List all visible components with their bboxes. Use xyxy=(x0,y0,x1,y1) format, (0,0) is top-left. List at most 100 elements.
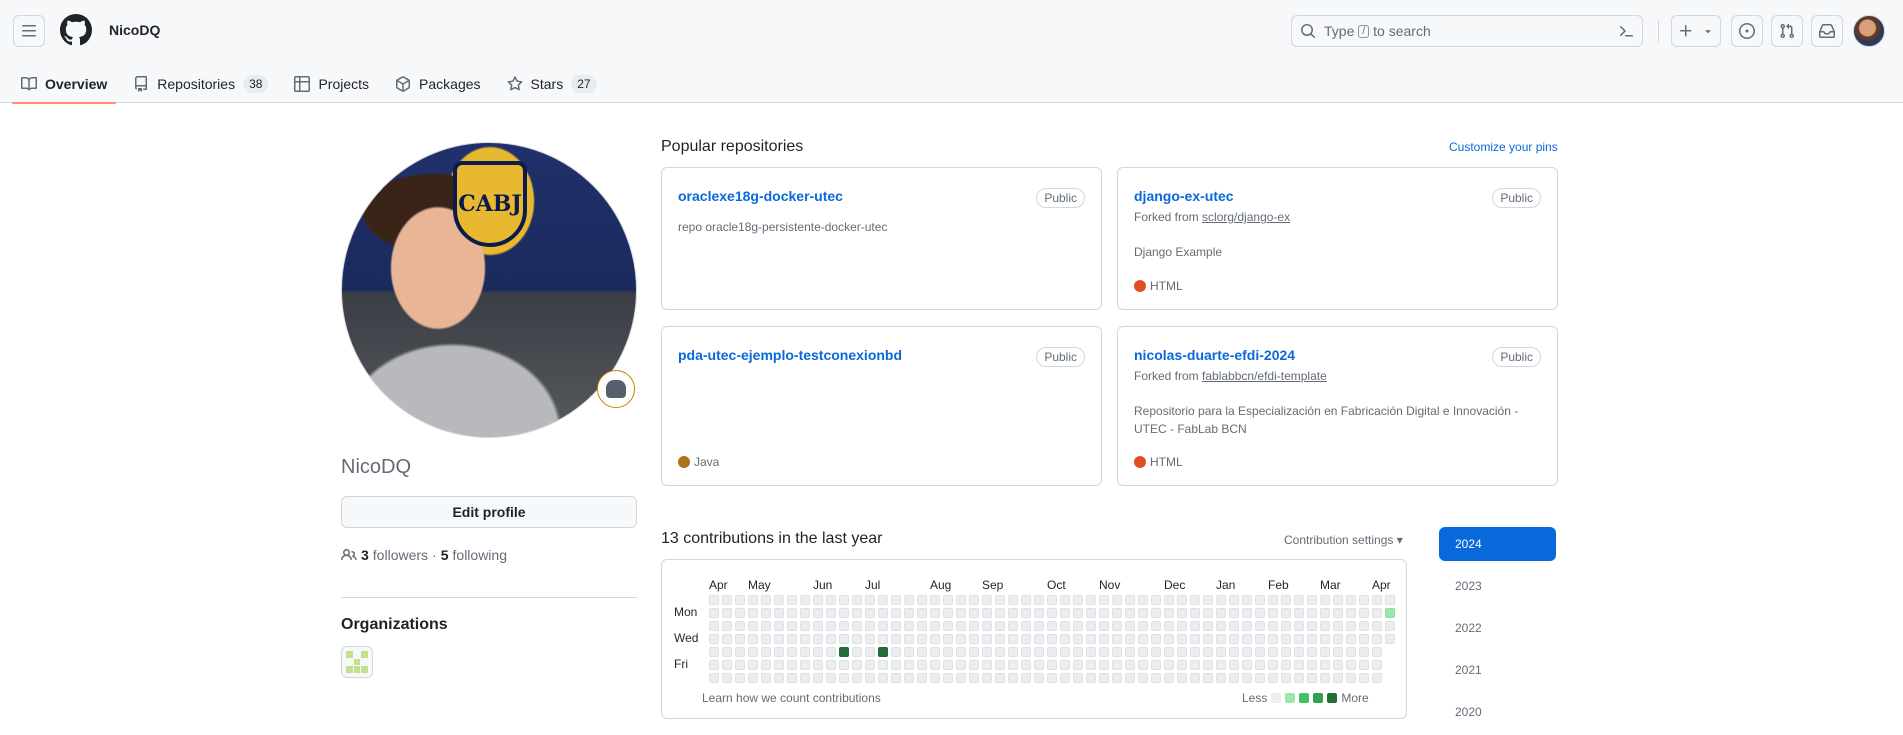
contribution-day-cell[interactable] xyxy=(1372,673,1382,683)
contribution-day-cell[interactable] xyxy=(852,595,862,605)
contribution-day-cell[interactable] xyxy=(1255,673,1265,683)
contribution-day-cell[interactable] xyxy=(1242,647,1252,657)
contribution-day-cell[interactable] xyxy=(722,660,732,670)
contribution-day-cell[interactable] xyxy=(852,621,862,631)
contribution-day-cell[interactable] xyxy=(1320,647,1330,657)
contribution-day-cell[interactable] xyxy=(943,634,953,644)
contribution-day-cell[interactable] xyxy=(1151,660,1161,670)
contribution-day-cell[interactable] xyxy=(774,621,784,631)
contribution-day-cell[interactable] xyxy=(1320,608,1330,618)
tab-stars[interactable]: Stars 27 xyxy=(498,64,606,103)
contribution-day-cell[interactable] xyxy=(1385,621,1395,631)
contribution-day-cell[interactable] xyxy=(865,595,875,605)
contribution-day-cell[interactable] xyxy=(1346,595,1356,605)
contribution-day-cell[interactable] xyxy=(1242,660,1252,670)
contribution-day-cell[interactable] xyxy=(735,595,745,605)
contribution-day-cell[interactable] xyxy=(904,660,914,670)
contribution-day-cell[interactable] xyxy=(1138,647,1148,657)
contribution-day-cell[interactable] xyxy=(917,595,927,605)
contribution-day-cell[interactable] xyxy=(852,673,862,683)
contribution-day-cell[interactable] xyxy=(1060,647,1070,657)
contribution-day-cell[interactable] xyxy=(1307,608,1317,618)
contribution-day-cell[interactable] xyxy=(1008,673,1018,683)
contribution-day-cell[interactable] xyxy=(1021,647,1031,657)
contribution-day-cell[interactable] xyxy=(1203,660,1213,670)
contribution-day-cell[interactable] xyxy=(787,647,797,657)
contribution-day-cell[interactable] xyxy=(1320,621,1330,631)
contribution-day-cell[interactable] xyxy=(1047,647,1057,657)
contribution-day-cell[interactable] xyxy=(1138,673,1148,683)
contribution-day-cell[interactable] xyxy=(969,608,979,618)
inbox-button[interactable] xyxy=(1811,15,1843,47)
contribution-day-cell[interactable] xyxy=(1229,634,1239,644)
contribution-day-cell[interactable] xyxy=(904,673,914,683)
contribution-day-cell[interactable] xyxy=(1125,608,1135,618)
contribution-day-cell[interactable] xyxy=(878,647,888,657)
contribution-day-cell[interactable] xyxy=(995,673,1005,683)
contribution-day-cell[interactable] xyxy=(1112,673,1122,683)
contribution-day-cell[interactable] xyxy=(956,647,966,657)
contribution-day-cell[interactable] xyxy=(774,634,784,644)
contribution-day-cell[interactable] xyxy=(1177,595,1187,605)
contribution-day-cell[interactable] xyxy=(1255,647,1265,657)
contribution-day-cell[interactable] xyxy=(930,647,940,657)
contribution-day-cell[interactable] xyxy=(1021,634,1031,644)
tab-packages[interactable]: Packages xyxy=(386,64,489,103)
contribution-day-cell[interactable] xyxy=(813,608,823,618)
contribution-day-cell[interactable] xyxy=(1190,660,1200,670)
contribution-day-cell[interactable] xyxy=(1086,634,1096,644)
contribution-day-cell[interactable] xyxy=(1034,621,1044,631)
contribution-day-cell[interactable] xyxy=(891,673,901,683)
contribution-day-cell[interactable] xyxy=(1333,660,1343,670)
contribution-day-cell[interactable] xyxy=(969,621,979,631)
organization-avatar[interactable] xyxy=(341,646,373,678)
repo-name-link[interactable]: nicolas-duarte-efdi-2024 xyxy=(1134,347,1295,363)
contribution-day-cell[interactable] xyxy=(1333,673,1343,683)
contribution-day-cell[interactable] xyxy=(787,621,797,631)
contribution-day-cell[interactable] xyxy=(969,647,979,657)
contribution-day-cell[interactable] xyxy=(1229,608,1239,618)
contribution-day-cell[interactable] xyxy=(1255,660,1265,670)
contribution-day-cell[interactable] xyxy=(1216,621,1226,631)
contribution-day-cell[interactable] xyxy=(826,673,836,683)
contribution-day-cell[interactable] xyxy=(1190,595,1200,605)
contribution-day-cell[interactable] xyxy=(995,621,1005,631)
contribution-day-cell[interactable] xyxy=(1268,595,1278,605)
forked-from-link[interactable]: fablabbcn/efdi-template xyxy=(1202,369,1327,383)
create-new-button[interactable] xyxy=(1671,15,1721,47)
contribution-day-cell[interactable] xyxy=(930,634,940,644)
contribution-day-cell[interactable] xyxy=(839,621,849,631)
contribution-day-cell[interactable] xyxy=(1294,647,1304,657)
contribution-day-cell[interactable] xyxy=(1073,673,1083,683)
edit-profile-button[interactable]: Edit profile xyxy=(341,496,637,528)
following-link[interactable]: following xyxy=(453,547,507,563)
contribution-day-cell[interactable] xyxy=(1255,634,1265,644)
contribution-day-cell[interactable] xyxy=(1372,634,1382,644)
repo-name-link[interactable]: pda-utec-ejemplo-testconexionbd xyxy=(678,347,902,363)
contribution-day-cell[interactable] xyxy=(1255,608,1265,618)
contribution-day-cell[interactable] xyxy=(1086,673,1096,683)
customize-pins-link[interactable]: Customize your pins xyxy=(1449,140,1558,154)
contribution-day-cell[interactable] xyxy=(1242,608,1252,618)
contribution-day-cell[interactable] xyxy=(1164,647,1174,657)
contribution-day-cell[interactable] xyxy=(1346,608,1356,618)
contribution-day-cell[interactable] xyxy=(969,634,979,644)
contribution-day-cell[interactable] xyxy=(956,660,966,670)
contribution-day-cell[interactable] xyxy=(1346,673,1356,683)
contribution-day-cell[interactable] xyxy=(1060,621,1070,631)
contribution-day-cell[interactable] xyxy=(1138,595,1148,605)
contribution-day-cell[interactable] xyxy=(1281,608,1291,618)
contribution-day-cell[interactable] xyxy=(1086,595,1096,605)
contribution-day-cell[interactable] xyxy=(1216,647,1226,657)
contribution-day-cell[interactable] xyxy=(1060,595,1070,605)
contribution-day-cell[interactable] xyxy=(1151,673,1161,683)
search-input[interactable]: Type / to search xyxy=(1291,15,1643,47)
contribution-day-cell[interactable] xyxy=(1216,595,1226,605)
contribution-day-cell[interactable] xyxy=(904,595,914,605)
contribution-day-cell[interactable] xyxy=(1047,634,1057,644)
contribution-day-cell[interactable] xyxy=(748,595,758,605)
contribution-day-cell[interactable] xyxy=(1333,621,1343,631)
contribution-day-cell[interactable] xyxy=(735,621,745,631)
contribution-day-cell[interactable] xyxy=(1307,621,1317,631)
contribution-day-cell[interactable] xyxy=(839,595,849,605)
